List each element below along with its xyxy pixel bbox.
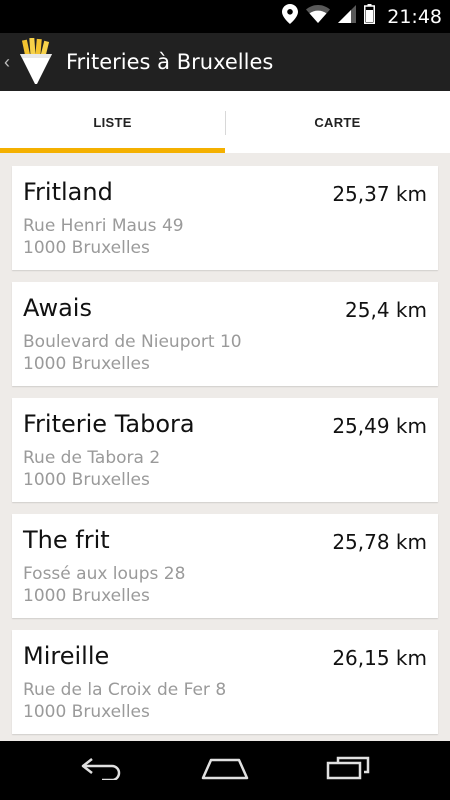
- signal-icon: [338, 5, 357, 28]
- tab-label: CARTE: [314, 114, 361, 130]
- back-icon: [80, 756, 124, 785]
- home-icon: [201, 756, 249, 785]
- friterie-street: Rue de Tabora 2: [23, 448, 161, 468]
- friterie-name: Friterie Tabora: [23, 410, 195, 438]
- friterie-distance: 26,15 km: [332, 646, 427, 670]
- list-item[interactable]: Friterie Tabora 25,49 km Rue de Tabora 2…: [12, 398, 438, 502]
- tab-bar: LISTE CARTE: [0, 91, 450, 153]
- friterie-distance: 25,78 km: [332, 530, 427, 554]
- back-button[interactable]: [72, 751, 132, 791]
- battery-icon: [364, 4, 376, 29]
- friterie-street: Rue de la Croix de Fer 8: [23, 680, 227, 700]
- list-item[interactable]: Awais 25,4 km Boulevard de Nieuport 10 1…: [12, 282, 438, 386]
- friterie-name: The frit: [23, 526, 110, 554]
- action-bar: ‹ Friteries à Bruxelles: [0, 33, 450, 91]
- friterie-street: Boulevard de Nieuport 10: [23, 332, 242, 352]
- tab-liste[interactable]: LISTE: [0, 91, 225, 153]
- selected-tab-indicator: [0, 148, 225, 153]
- home-button[interactable]: [195, 751, 255, 791]
- friterie-street: Rue Henri Maus 49: [23, 216, 184, 236]
- location-icon: [282, 4, 299, 29]
- status-icons: 21:48: [282, 0, 442, 33]
- list-item[interactable]: The frit 25,78 km Fossé aux loups 28 100…: [12, 514, 438, 618]
- app-screen: 21:48 ‹ Friteries à Bruxelles LISTE CART…: [0, 0, 450, 800]
- system-nav-bar: [0, 741, 450, 800]
- friterie-city: 1000 Bruxelles: [23, 586, 150, 606]
- friterie-city: 1000 Bruxelles: [23, 702, 150, 722]
- tab-label: LISTE: [93, 114, 132, 130]
- fries-cone-icon[interactable]: [18, 37, 54, 86]
- friterie-name: Mireille: [23, 642, 110, 670]
- friterie-city: 1000 Bruxelles: [23, 238, 150, 258]
- up-navigation-icon[interactable]: ‹: [4, 52, 14, 73]
- wifi-icon: [306, 5, 331, 28]
- tab-divider: [225, 111, 226, 135]
- friterie-distance: 25,49 km: [332, 414, 427, 438]
- app-title: Friteries à Bruxelles: [66, 50, 274, 74]
- friterie-name: Fritland: [23, 178, 113, 206]
- friterie-street: Fossé aux loups 28: [23, 564, 186, 584]
- status-bar: 21:48: [0, 0, 450, 33]
- list-item[interactable]: Mireille 26,15 km Rue de la Croix de Fer…: [12, 630, 438, 734]
- list-item[interactable]: Fritland 25,37 km Rue Henri Maus 49 1000…: [12, 166, 438, 270]
- friterie-city: 1000 Bruxelles: [23, 354, 150, 374]
- friterie-name: Awais: [23, 294, 92, 322]
- recent-apps-icon: [326, 756, 370, 785]
- friterie-list: Fritland 25,37 km Rue Henri Maus 49 1000…: [12, 166, 438, 746]
- tab-carte[interactable]: CARTE: [225, 91, 450, 153]
- friterie-distance: 25,37 km: [332, 182, 427, 206]
- friterie-city: 1000 Bruxelles: [23, 470, 150, 490]
- recent-apps-button[interactable]: [318, 751, 378, 791]
- status-time: 21:48: [387, 5, 442, 28]
- friterie-distance: 25,4 km: [345, 298, 427, 322]
